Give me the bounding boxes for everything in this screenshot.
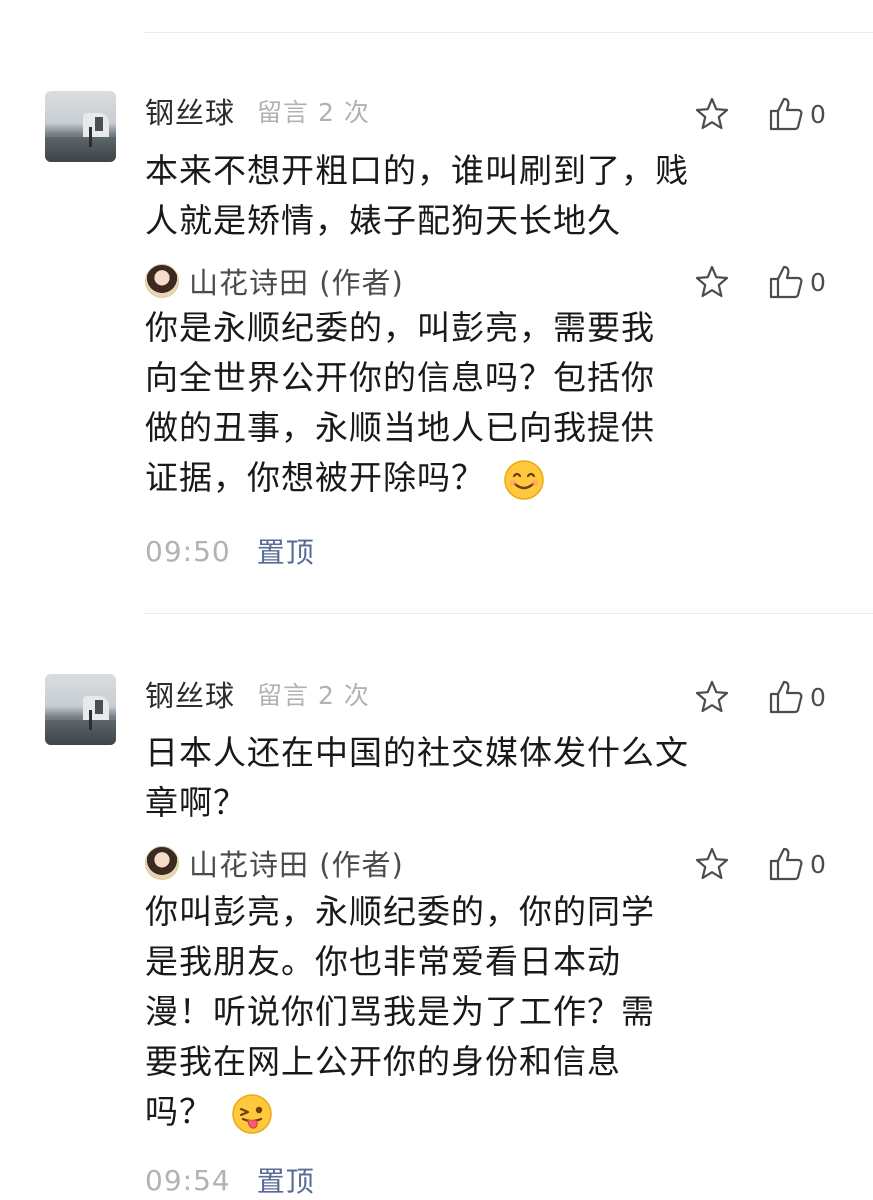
reply-text: 你叫彭亮，永顺纪委的，你的同学 是我朋友。你也非常爱看日本动 漫！听说你们骂我是… bbox=[145, 887, 655, 1137]
reply-author[interactable]: 山花诗田 (作者) bbox=[189, 842, 404, 884]
comment-text-line: 本来不想开粗口的，谁叫刷到了，贱 bbox=[145, 151, 689, 190]
star-icon[interactable] bbox=[694, 846, 730, 882]
reply-author[interactable]: 山花诗田 (作者) bbox=[189, 260, 404, 302]
like-button[interactable]: 0 bbox=[768, 264, 826, 300]
reply-text-line: 你叫彭亮，永顺纪委的，你的同学 bbox=[145, 892, 655, 931]
star-icon[interactable] bbox=[694, 264, 730, 300]
pin-button[interactable]: 置顶 bbox=[257, 531, 315, 571]
like-count: 0 bbox=[810, 849, 826, 879]
reply-text-line: 吗？ bbox=[145, 1092, 213, 1131]
reply-text-line: 你是永顺纪委的，叫彭亮，需要我 bbox=[145, 308, 655, 347]
reply-text-line: 做的丑事，永顺当地人已向我提供 bbox=[145, 408, 655, 447]
thumbs-up-icon bbox=[769, 680, 803, 714]
star-icon[interactable] bbox=[694, 679, 730, 715]
like-button[interactable]: 0 bbox=[768, 96, 826, 132]
author-avatar[interactable] bbox=[145, 846, 179, 880]
comment-text-line: 章啊？ bbox=[145, 783, 247, 822]
top-divider bbox=[143, 32, 873, 33]
star-icon[interactable] bbox=[694, 96, 730, 132]
comment-time: 09:54 bbox=[145, 1163, 231, 1197]
thumbs-up-icon bbox=[769, 847, 803, 881]
comment-header: 钢丝球 留言 2 次 bbox=[145, 674, 370, 714]
comment-author[interactable]: 钢丝球 bbox=[145, 673, 235, 715]
comment-header: 钢丝球 留言 2 次 bbox=[145, 91, 370, 131]
reply-text-line: 是我朋友。你也非常爱看日本动 bbox=[145, 942, 621, 981]
like-button[interactable]: 0 bbox=[768, 846, 826, 882]
avatar[interactable] bbox=[45, 91, 116, 162]
comment-text-line: 日本人还在中国的社交媒体发什么文 bbox=[145, 733, 689, 772]
comment-text: 本来不想开粗口的，谁叫刷到了，贱 人就是矫情，婊子配狗天长地久 bbox=[145, 146, 689, 246]
comment-count-meta: 留言 2 次 bbox=[257, 681, 370, 710]
smiling-face-emoji bbox=[503, 459, 544, 500]
winking-tongue-emoji bbox=[231, 1093, 272, 1134]
avatar[interactable] bbox=[45, 674, 116, 745]
like-count: 0 bbox=[810, 267, 826, 297]
comment-footer: 09:54 置顶 bbox=[145, 1160, 315, 1200]
author-avatar[interactable] bbox=[145, 264, 179, 298]
comment-author[interactable]: 钢丝球 bbox=[145, 90, 235, 132]
author-reply-header: 山花诗田 (作者) bbox=[145, 843, 404, 883]
comment-divider bbox=[143, 613, 873, 614]
reply-text: 你是永顺纪委的，叫彭亮，需要我 向全世界公开你的信息吗？包括你 做的丑事，永顺当… bbox=[145, 303, 655, 503]
thumbs-up-icon bbox=[769, 97, 803, 131]
like-count: 0 bbox=[810, 99, 826, 129]
author-reply-header: 山花诗田 (作者) bbox=[145, 261, 404, 301]
reply-text-line: 漫！听说你们骂我是为了工作？需 bbox=[145, 992, 655, 1031]
comment-text: 日本人还在中国的社交媒体发什么文 章啊？ bbox=[145, 728, 689, 828]
like-count: 0 bbox=[810, 682, 826, 712]
comment-footer: 09:50 置顶 bbox=[145, 531, 315, 571]
reply-text-line: 要我在网上公开你的身份和信息 bbox=[145, 1042, 621, 1081]
reply-text-line: 证据，你想被开除吗？ bbox=[145, 458, 485, 497]
comment-count-meta: 留言 2 次 bbox=[257, 98, 370, 127]
like-button[interactable]: 0 bbox=[768, 679, 826, 715]
comment-time: 09:50 bbox=[145, 534, 231, 568]
reply-text-line: 向全世界公开你的信息吗？包括你 bbox=[145, 358, 655, 397]
pin-button[interactable]: 置顶 bbox=[257, 1160, 315, 1200]
thumbs-up-icon bbox=[769, 265, 803, 299]
comment-text-line: 人就是矫情，婊子配狗天长地久 bbox=[145, 201, 621, 240]
